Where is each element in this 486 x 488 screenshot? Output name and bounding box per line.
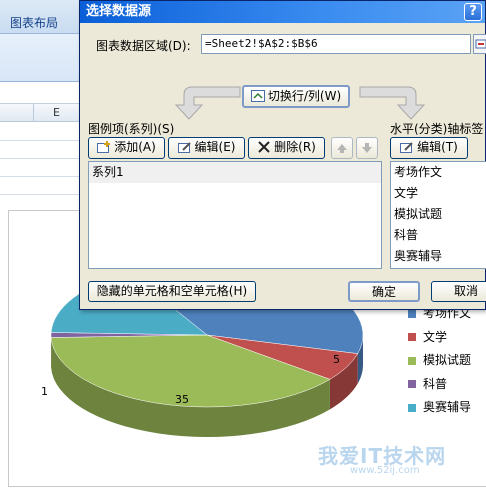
delete-series-button[interactable]: 删除(R) (248, 137, 325, 159)
edit-label: 编辑(E) (195, 140, 236, 154)
delete-label: 删除(R) (274, 140, 316, 154)
edit-icon (400, 141, 414, 153)
move-up-button[interactable] (331, 137, 353, 159)
list-item[interactable]: 文学 (391, 183, 486, 204)
chart-legend[interactable]: 考场作文 文学 模拟试题 科普 奥赛辅导 (408, 302, 471, 420)
series-listbox[interactable]: 系列1 (88, 161, 382, 269)
up-arrow-icon (336, 142, 348, 154)
legend-label: 模拟试题 (423, 353, 471, 367)
data-label: 1 (41, 385, 48, 398)
edit-axis-labels-button[interactable]: 编辑(T) (390, 137, 468, 159)
help-button[interactable]: ? (464, 3, 482, 21)
legend-label: 文学 (423, 330, 447, 344)
data-label: 35 (175, 393, 189, 406)
range-label: 图表数据区域(D): (96, 37, 191, 54)
hidden-empty-cells-button[interactable]: 隐藏的单元格和空单元格(H) (88, 281, 256, 302)
gridline (0, 176, 80, 177)
gridline (0, 158, 80, 159)
move-down-button[interactable] (356, 137, 378, 159)
list-item[interactable]: 考场作文 (391, 162, 486, 183)
legend-swatch (408, 333, 416, 341)
delete-icon (257, 141, 271, 153)
column-header-e[interactable]: E (34, 104, 80, 122)
list-item[interactable]: 系列1 (89, 162, 381, 183)
axis-labels-label: 水平(分类)轴标签 (390, 120, 483, 137)
add-icon (97, 141, 111, 153)
list-item[interactable]: 奥赛辅导 (391, 246, 486, 267)
legend-swatch (408, 357, 416, 365)
range-collapse-button[interactable] (473, 34, 486, 54)
select-data-source-dialog: 选择数据源 ? 图表数据区域(D): =Sheet2!$A$2:$B$6 切换行… (79, 0, 486, 310)
switch-row-column-button[interactable]: 切换行/列(W) (242, 85, 350, 108)
collapse-icon (474, 35, 486, 53)
ok-button[interactable]: 确定 (348, 281, 420, 302)
category-listbox[interactable]: 考场作文 文学 模拟试题 科普 奥赛辅导 (390, 161, 486, 269)
legend-item-aosai: 奥赛辅导 (408, 396, 471, 420)
legend-entries-label: 图例项(系列)(S) (88, 120, 174, 137)
legend-swatch (408, 404, 416, 412)
legend-swatch (408, 310, 416, 318)
legend-item-wenxue: 文学 (408, 326, 471, 350)
legend-item-kepu: 科普 (408, 373, 471, 397)
cancel-button[interactable]: 取消 (431, 281, 486, 302)
legend-label: 奥赛辅导 (423, 400, 471, 414)
edit-icon (178, 141, 192, 153)
add-series-button[interactable]: 添加(A) (88, 137, 165, 159)
add-label: 添加(A) (114, 140, 156, 154)
range-input[interactable]: =Sheet2!$A$2:$B$6 (201, 34, 471, 54)
edit-series-button[interactable]: 编辑(E) (168, 137, 245, 159)
list-item[interactable]: 科普 (391, 225, 486, 246)
ribbon-tab-chart-layout[interactable]: 图表布局 (10, 14, 58, 31)
dialog-titlebar[interactable]: 选择数据源 ? (80, 1, 485, 23)
gridline (0, 140, 80, 141)
legend-swatch (408, 380, 416, 388)
legend-item-moni: 模拟试题 (408, 349, 471, 373)
dialog-title: 选择数据源 (86, 4, 151, 19)
axis-edit-label: 编辑(T) (417, 140, 458, 154)
switch-icon (251, 90, 265, 102)
legend-label: 科普 (423, 377, 447, 391)
gridline (0, 194, 80, 195)
down-arrow-icon (361, 142, 373, 154)
data-label: 5 (333, 353, 340, 366)
right-arrow-icon (358, 79, 428, 121)
column-header-blank (0, 104, 34, 122)
watermark-url: www.52ij.com (350, 465, 420, 476)
list-item[interactable]: 模拟试题 (391, 204, 486, 225)
left-arrow-icon (172, 79, 242, 121)
switch-label: 切换行/列(W) (268, 89, 341, 103)
